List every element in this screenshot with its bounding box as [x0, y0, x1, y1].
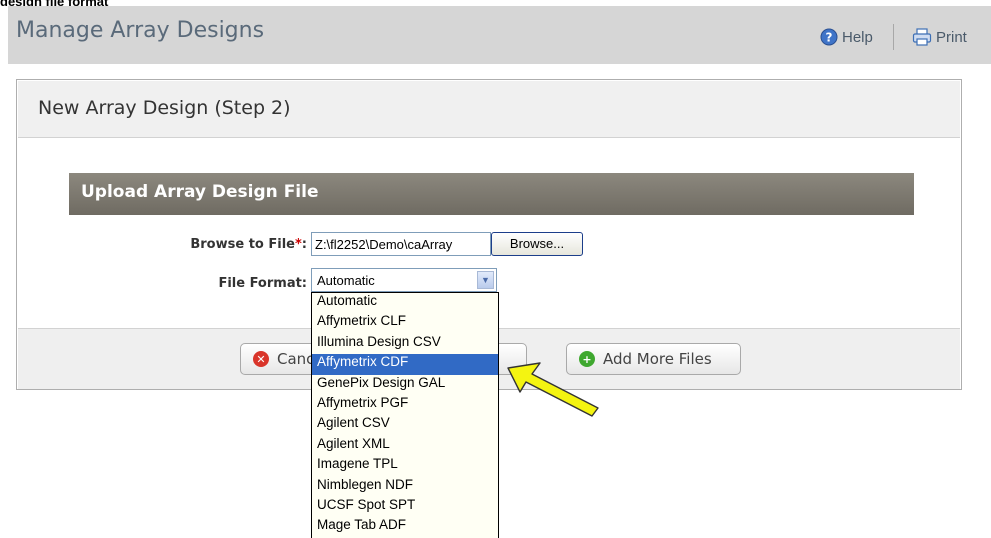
dropdown-option[interactable]: Agilent XML — [312, 436, 498, 456]
file-format-select[interactable]: Automatic ▼ — [311, 268, 497, 292]
cancel-icon: ✕ — [253, 351, 269, 367]
arrow-icon — [507, 362, 599, 417]
printer-icon — [912, 28, 932, 46]
panel-header: New Array Design (Step 2) — [18, 81, 960, 138]
add-more-label: Add More Files — [603, 350, 712, 368]
top-bar: Manage Array Designs ? Help Print — [8, 6, 991, 64]
section-title: Upload Array Design File — [81, 182, 319, 202]
help-label: Help — [842, 28, 873, 46]
dropdown-option[interactable]: Affymetrix CLF — [312, 313, 498, 333]
file-label-text: Browse to File — [190, 237, 295, 252]
dropdown-option[interactable]: GenePix Design GAL — [312, 375, 498, 395]
chevron-down-icon[interactable]: ▼ — [477, 271, 494, 289]
file-format-label: File Format: — [218, 276, 307, 291]
file-label-colon: : — [301, 237, 307, 252]
panel-title: New Array Design (Step 2) — [38, 97, 291, 119]
required-mark: * — [294, 237, 302, 252]
print-label: Print — [936, 28, 967, 46]
dropdown-option[interactable]: Mage Tab ADF — [312, 517, 498, 537]
section-header: Upload Array Design File — [69, 173, 914, 215]
file-format-value: Automatic — [317, 273, 375, 288]
dropdown-option[interactable]: Imagene TPL — [312, 456, 498, 476]
help-icon: ? — [820, 28, 838, 46]
toolbar-divider — [893, 24, 894, 50]
cancel-button[interactable]: ✕ Cancel — [240, 343, 320, 375]
dropdown-option[interactable]: Nimblegen NDF — [312, 477, 498, 497]
file-label: Browse to File*: — [167, 237, 307, 252]
print-link[interactable]: Print — [912, 28, 967, 46]
file-format-dropdown[interactable]: Automatic Affymetrix CLF Illumina Design C… — [311, 292, 499, 538]
file-path-input[interactable]: Z:\fl2252\Demo\caArray — [311, 232, 491, 256]
dropdown-option[interactable]: Automatic — [312, 293, 498, 313]
dropdown-option[interactable]: Illumina Design CSV — [312, 334, 498, 354]
dropdown-option[interactable]: Affymetrix CDF — [312, 354, 498, 375]
browse-button[interactable]: Browse... — [491, 232, 583, 256]
dropdown-option[interactable]: Agilent CSV — [312, 415, 498, 435]
page-title: Manage Array Designs — [16, 18, 265, 43]
dropdown-option[interactable]: UCSF Spot SPT — [312, 497, 498, 517]
help-link[interactable]: ? Help — [820, 28, 873, 46]
dropdown-option[interactable]: Affymetrix PGF — [312, 395, 498, 415]
svg-text:?: ? — [826, 31, 833, 45]
